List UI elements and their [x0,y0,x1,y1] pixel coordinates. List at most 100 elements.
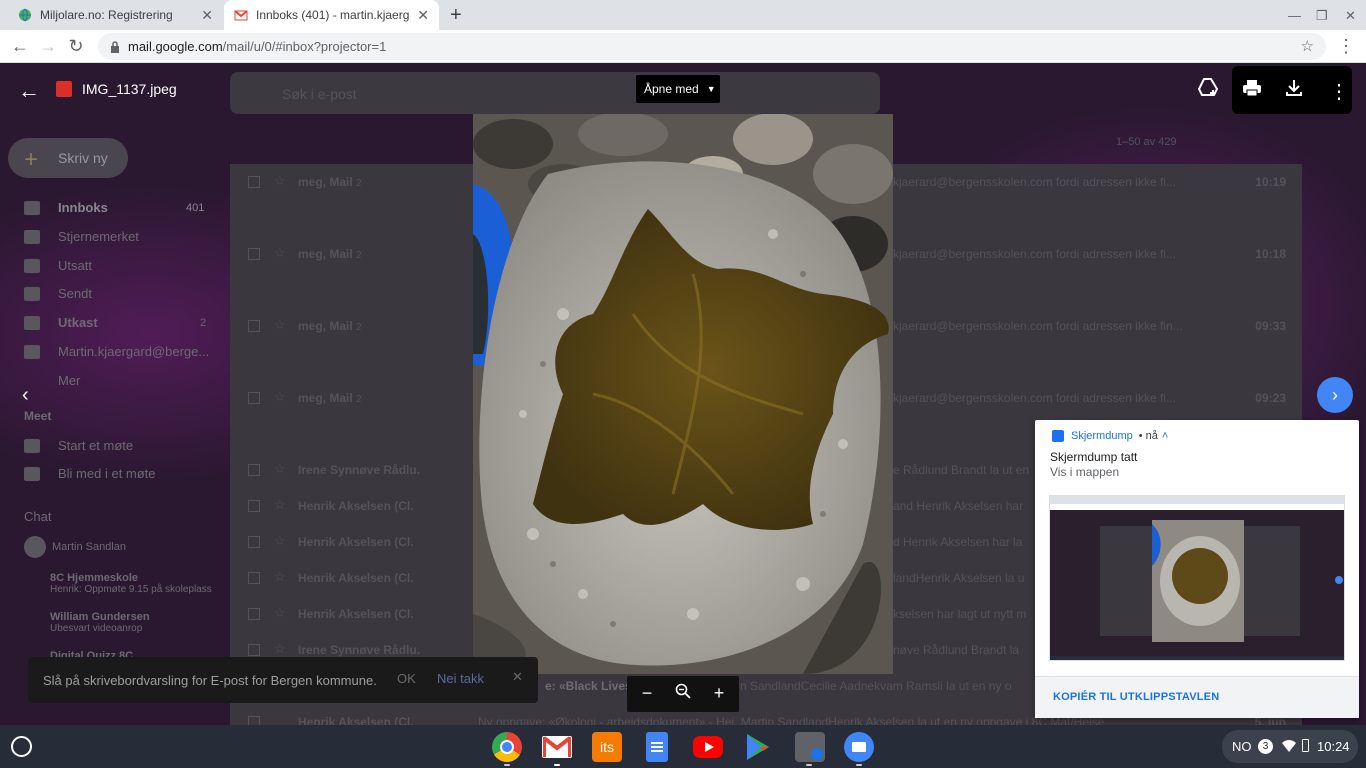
chat-msg: Ubesvart videoanrop [50,623,143,634]
system-tray[interactable]: NO 3 10:24 [1222,730,1358,763]
tab-gmail[interactable]: Innboks (401) - martin.kjaergard ✕ [224,0,439,30]
video-icon [24,438,40,453]
next-button[interactable]: › [1317,377,1353,413]
zoom-in-icon[interactable]: + [709,683,729,704]
send-icon [24,286,40,301]
viewer-toolbar: ⋮ [1232,66,1352,114]
play-store-icon[interactable] [743,732,773,762]
url-path: /mail/u/0/#inbox?projector=1 [222,39,387,54]
meet-heading: Meet [24,409,52,423]
snackbar-ok-button[interactable]: OK [397,671,416,686]
close-tab-icon[interactable]: ✕ [417,7,429,24]
chat-heading: Chat [24,509,52,524]
bookmark-star-icon[interactable]: ☆ [1301,37,1314,55]
globe-icon [19,8,31,22]
youtube-icon[interactable] [693,736,723,758]
itslearning-icon[interactable]: its [592,732,622,762]
close-icon[interactable]: ✕ [512,669,523,685]
notification-actions: KOPIÉR TIL UTKLIPPSTAVLEN [1035,676,1359,718]
sidebar-item-label[interactable]: Martin.kjaergard@berge... [24,344,209,359]
gmail-search-input[interactable]: Søk i e-post [230,72,880,114]
chevron-down-icon: ▼ [706,84,716,94]
notification-app: Skjermdump [1071,430,1133,442]
keyboard-icon [24,466,40,481]
sidebar-count: 2 [200,316,207,329]
running-indicator [554,764,560,766]
image-icon [1052,430,1064,442]
tab-strip: Miljolare.no: Registrering ✕ Innboks (40… [0,0,1366,30]
sidebar-label: Innboks [58,200,108,215]
zoom-reset-icon[interactable] [673,683,693,703]
previous-icon[interactable]: ‹ [22,384,29,407]
files-icon[interactable] [844,732,874,762]
more-options-icon[interactable]: ⋮ [1329,79,1349,104]
chat-msg: Henrik: Oppmøte 9.15 på skoleplass [50,584,212,595]
browser-menu-icon[interactable]: ⋮ [1336,36,1356,56]
calculator-icon[interactable] [795,732,825,762]
sidebar-label: Stjernemerket [58,229,139,244]
sidebar-item-sent[interactable]: Sendt [24,286,92,301]
forward-icon[interactable]: → [38,36,58,56]
restore-icon[interactable]: ❐ [1316,8,1328,24]
snackbar-text: Slå på skrivebordvarsling for E-post for… [43,672,377,688]
back-arrow-icon[interactable]: ← [18,78,40,104]
meet-join[interactable]: Bli med i et møte [24,466,156,481]
sidebar-item-drafts[interactable]: Utkast 2 [24,315,207,330]
meet-label: Start et møte [58,438,134,453]
file-name: IMG_1137.jpeg [82,81,177,97]
copy-to-clipboard-button[interactable]: KOPIÉR TIL UTKLIPPSTAVLEN [1053,691,1219,703]
page-range: 1–50 av 429 [1116,136,1177,148]
compose-button[interactable]: + Skriv ny [8,138,128,178]
meet-start[interactable]: Start et møte [24,438,133,453]
sidebar-label: Mer [58,373,81,388]
chrome-icon[interactable] [492,732,522,762]
open-with-button[interactable]: Åpne med ▼ [636,75,720,103]
download-icon[interactable] [1285,79,1303,102]
back-icon[interactable]: ← [10,36,30,56]
notification-header: Skjermdump • nå ˄ [1052,430,1168,442]
sidebar-item-inbox[interactable]: Innboks 401 [24,200,204,215]
gmail-icon [234,10,248,21]
add-to-drive-icon[interactable] [1197,78,1219,101]
chat-user-name: Martin Sandlan [52,541,126,553]
notification-title: Skjermdump tatt [1050,450,1138,464]
chat-item[interactable]: 8C Hjemmeskole Henrik: Oppmøte 9.15 på sk… [20,572,212,595]
desktop-notification-snackbar: Slå på skrivebordvarsling for E-post for… [28,657,538,703]
sidebar-item-starred[interactable]: Stjernemerket [24,229,139,244]
battery-icon [1302,739,1309,752]
sidebar-item-more[interactable]: Mer [58,373,80,388]
tab-label: Innboks (401) - martin.kjaergard [256,8,410,22]
url-host: mail.google.com [128,39,223,54]
chevron-up-icon[interactable]: ˄ [1162,430,1168,442]
close-window-icon[interactable]: ✕ [1345,8,1356,24]
address-bar[interactable]: mail.google.com/mail/u/0/#inbox?projecto… [98,33,1326,60]
print-icon[interactable] [1242,79,1262,102]
launcher-icon[interactable] [11,736,32,757]
clock-icon [24,258,40,273]
screenshot-thumbnail[interactable] [1049,495,1345,661]
zoom-out-icon[interactable]: − [637,683,657,704]
running-indicator [856,764,862,766]
chat-user[interactable]: Martin Sandlan [24,536,126,558]
running-indicator [806,764,812,766]
snackbar-no-button[interactable]: Nei takk [437,671,484,686]
running-indicator [504,764,510,766]
chat-name: William Gundersen [50,611,150,623]
sidebar-count: 401 [186,201,205,214]
sidebar-item-snoozed[interactable]: Utsatt [24,258,92,273]
reload-icon[interactable]: ↻ [66,36,86,56]
screenshot-notification[interactable]: Skjermdump • nå ˄ Skjermdump tatt Vis i … [1035,420,1359,718]
tab-miljolare[interactable]: Miljolare.no: Registrering ✕ [8,0,223,30]
close-tab-icon[interactable]: ✕ [201,7,213,24]
sidebar-label: Sendt [58,286,92,301]
docs-icon[interactable] [646,732,668,762]
sidebar-label: Utsatt [58,258,92,273]
input-method: NO [1232,739,1252,754]
minimize-icon[interactable]: — [1288,8,1301,23]
new-tab-button[interactable]: + [450,4,462,27]
lock-icon [111,40,119,53]
gmail-app-icon[interactable] [542,736,572,758]
label-icon [24,344,40,359]
chat-item[interactable]: William Gundersen Ubesvart videoanrop [20,611,150,634]
show-in-folder-link[interactable]: Vis i mappen [1050,465,1119,479]
